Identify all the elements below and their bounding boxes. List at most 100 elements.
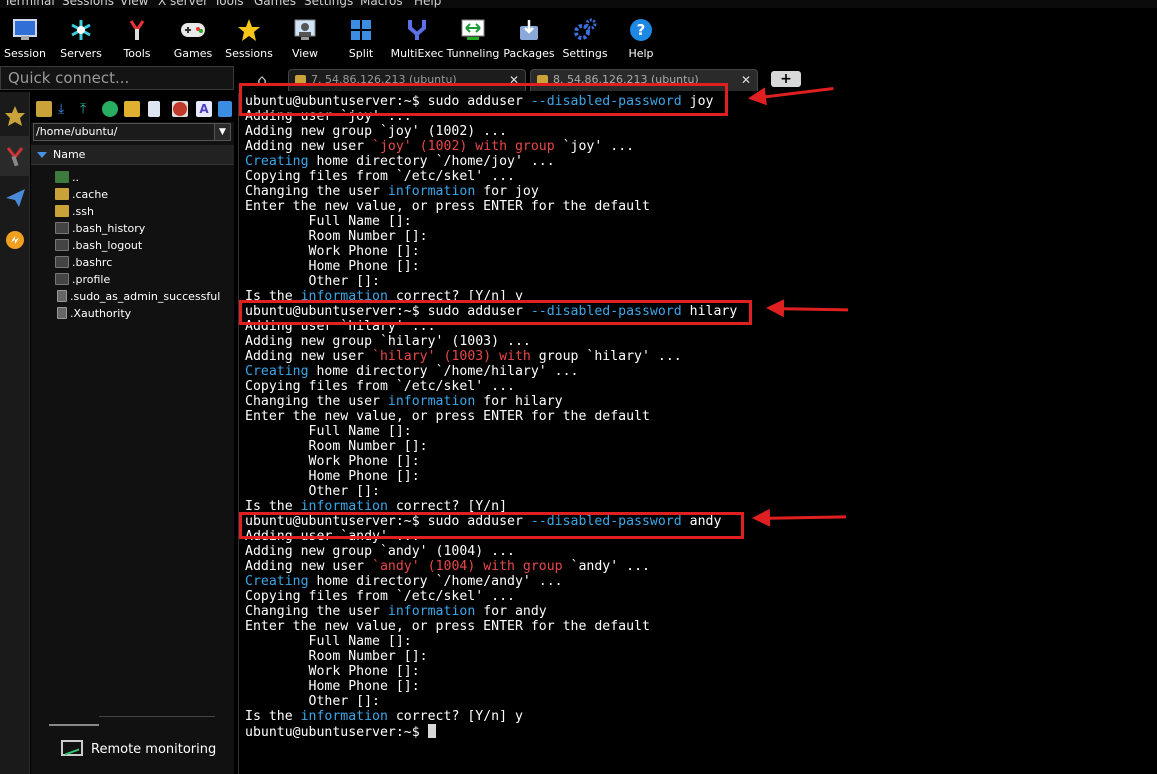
- paper-plane-icon: [6, 189, 25, 207]
- games-button[interactable]: Games: [165, 14, 221, 66]
- sidebar-macros-button[interactable]: [0, 220, 30, 260]
- terminal-line: Other []:: [245, 694, 737, 709]
- path-dropdown[interactable]: /home/ubuntu/ ▼: [33, 123, 231, 141]
- file-item-cache[interactable]: .cache: [55, 186, 108, 203]
- menu-macros[interactable]: Macros: [360, 0, 403, 8]
- file-item-bash-logout[interactable]: .bash_logout: [55, 237, 142, 254]
- file-item-sudo-as-admin[interactable]: .sudo_as_admin_successful: [55, 288, 220, 305]
- menu-x-server[interactable]: X server: [158, 0, 208, 8]
- new-tab-button[interactable]: +: [771, 71, 801, 87]
- terminal-line: Home Phone []:: [245, 679, 737, 694]
- folder-icon: [55, 188, 69, 200]
- quick-connect-input[interactable]: [1, 67, 233, 89]
- file-browser-toolbar: ⤓ ⤒ A: [31, 92, 234, 122]
- refresh-icon[interactable]: [102, 101, 118, 117]
- menu-settings[interactable]: Settings: [304, 0, 353, 8]
- terminal-text-segment: Copying files from `/etc/skel' ...: [245, 169, 515, 184]
- terminal-text-segment: information: [387, 184, 476, 199]
- file-item-parent[interactable]: ..: [55, 169, 79, 186]
- file-item-profile[interactable]: .profile: [55, 271, 110, 288]
- file-item-xauthority[interactable]: .Xauthority: [55, 305, 131, 322]
- games-icon: [180, 17, 206, 43]
- folder-up-icon[interactable]: [36, 101, 52, 117]
- terminal-text-segment: Creating: [245, 574, 309, 589]
- terminal-text-segment: home directory `/home/joy' ...: [308, 154, 555, 169]
- terminal-text-segment: information: [387, 394, 476, 409]
- menu-help[interactable]: Help: [414, 0, 441, 8]
- terminal-line: Creating home directory `/home/andy' ...: [245, 574, 737, 589]
- menu-terminal[interactable]: Terminal: [4, 0, 55, 8]
- file-item-ssh[interactable]: .ssh: [55, 203, 94, 220]
- terminal-text-segment: Full Name []:: [245, 634, 412, 649]
- file-item-bash-history[interactable]: .bash_history: [55, 220, 145, 237]
- terminal-text-segment: ubuntu@ubuntuserver:~$: [245, 725, 428, 740]
- tunneling-button[interactable]: Tunneling: [445, 14, 501, 66]
- terminal-text-segment: Enter the new value, or press ENTER for …: [245, 619, 650, 634]
- settings-button[interactable]: Settings: [557, 14, 613, 66]
- terminal-output[interactable]: ubuntu@ubuntuserver:~$ sudo adduser --di…: [238, 93, 1157, 774]
- terminal-text-segment: Changing the user: [245, 604, 388, 619]
- new-file-icon[interactable]: [148, 101, 160, 117]
- view-button[interactable]: View: [277, 14, 333, 66]
- resize-handle[interactable]: [49, 724, 99, 726]
- delete-icon[interactable]: [173, 102, 187, 116]
- terminal-text-segment: Adding new user: [245, 139, 373, 154]
- chevron-down-icon[interactable]: ▼: [214, 124, 230, 140]
- close-icon[interactable]: ✕: [741, 70, 751, 90]
- quick-connect: [0, 66, 234, 90]
- menu-tools[interactable]: Tools: [214, 0, 244, 8]
- tools-button[interactable]: Tools: [109, 14, 165, 66]
- terminal-text-segment: Work Phone []:: [245, 244, 420, 259]
- session-icon: [12, 17, 38, 43]
- terminal-line: Creating home directory `/home/joy' ...: [245, 154, 737, 169]
- servers-button[interactable]: Servers: [53, 14, 109, 66]
- column-header-name[interactable]: Name: [31, 145, 234, 165]
- terminal-text-segment: information: [387, 604, 476, 619]
- terminal-text-segment: for hilary: [475, 394, 563, 409]
- terminal-text-segment: home directory `/home/hilary' ...: [308, 364, 579, 379]
- split-button[interactable]: Split: [333, 14, 389, 66]
- svg-text:?: ?: [637, 21, 646, 39]
- menu-games[interactable]: Games: [254, 0, 296, 8]
- split-icon: [348, 17, 374, 43]
- rename-icon[interactable]: A: [196, 101, 212, 117]
- terminal-text-segment: `andy' (1004) with group: [372, 559, 563, 574]
- sidebar-sessions-button[interactable]: [0, 96, 30, 136]
- terminal-text-segment: Adding new user: [245, 349, 373, 364]
- file-item-bashrc[interactable]: .bashrc: [55, 254, 112, 271]
- terminal-line: Changing the user information for hilary: [245, 394, 737, 409]
- terminal-line: Enter the new value, or press ENTER for …: [245, 619, 737, 634]
- sessions-star-icon: [236, 17, 262, 43]
- upload-icon[interactable]: ⤒: [80, 101, 96, 117]
- menu-view[interactable]: View: [120, 0, 148, 8]
- terminal-line: ubuntu@ubuntuserver:~$: [245, 724, 737, 740]
- terminal-line: Home Phone []:: [245, 259, 737, 274]
- star-icon: [5, 106, 25, 126]
- new-folder-icon[interactable]: [124, 101, 140, 117]
- download-icon[interactable]: ⤓: [58, 101, 74, 117]
- multiexec-button[interactable]: MultiExec: [389, 14, 445, 66]
- terminal-line: Adding new user `joy' (1002) with group …: [245, 139, 737, 154]
- terminal-text-segment: Changing the user: [245, 184, 388, 199]
- terminal-line: Work Phone []:: [245, 454, 737, 469]
- terminal-text-segment: Copying files from `/etc/skel' ...: [245, 379, 515, 394]
- highlight-box-hilary: [239, 300, 752, 325]
- sidebar-sftp-button[interactable]: [0, 178, 30, 218]
- terminal-text-segment: Work Phone []:: [245, 664, 420, 679]
- packages-button[interactable]: Packages: [501, 14, 557, 66]
- terminal-text-segment: Adding new group `hilary' (1003) ...: [245, 334, 531, 349]
- file-icon: [55, 256, 69, 268]
- help-button[interactable]: ? Help: [613, 14, 669, 66]
- sidebar-tools-button[interactable]: [0, 136, 30, 176]
- terminal-text-segment: group `hilary' ...: [530, 349, 682, 364]
- menu-sessions[interactable]: Sessions: [62, 0, 114, 8]
- terminal-text-segment: Adding new user: [245, 559, 373, 574]
- terminal-lines: ubuntu@ubuntuserver:~$ sudo adduser --di…: [245, 94, 737, 740]
- sessions-button[interactable]: Sessions: [221, 14, 277, 66]
- terminal-line: Full Name []:: [245, 214, 737, 229]
- remote-monitoring-button[interactable]: Remote monitoring: [61, 740, 216, 760]
- session-button[interactable]: Session: [0, 14, 53, 66]
- settings-panel-icon[interactable]: [218, 101, 232, 117]
- terminal-line: Adding new group `joy' (1002) ...: [245, 124, 737, 139]
- terminal-text-segment: Enter the new value, or press ENTER for …: [245, 199, 650, 214]
